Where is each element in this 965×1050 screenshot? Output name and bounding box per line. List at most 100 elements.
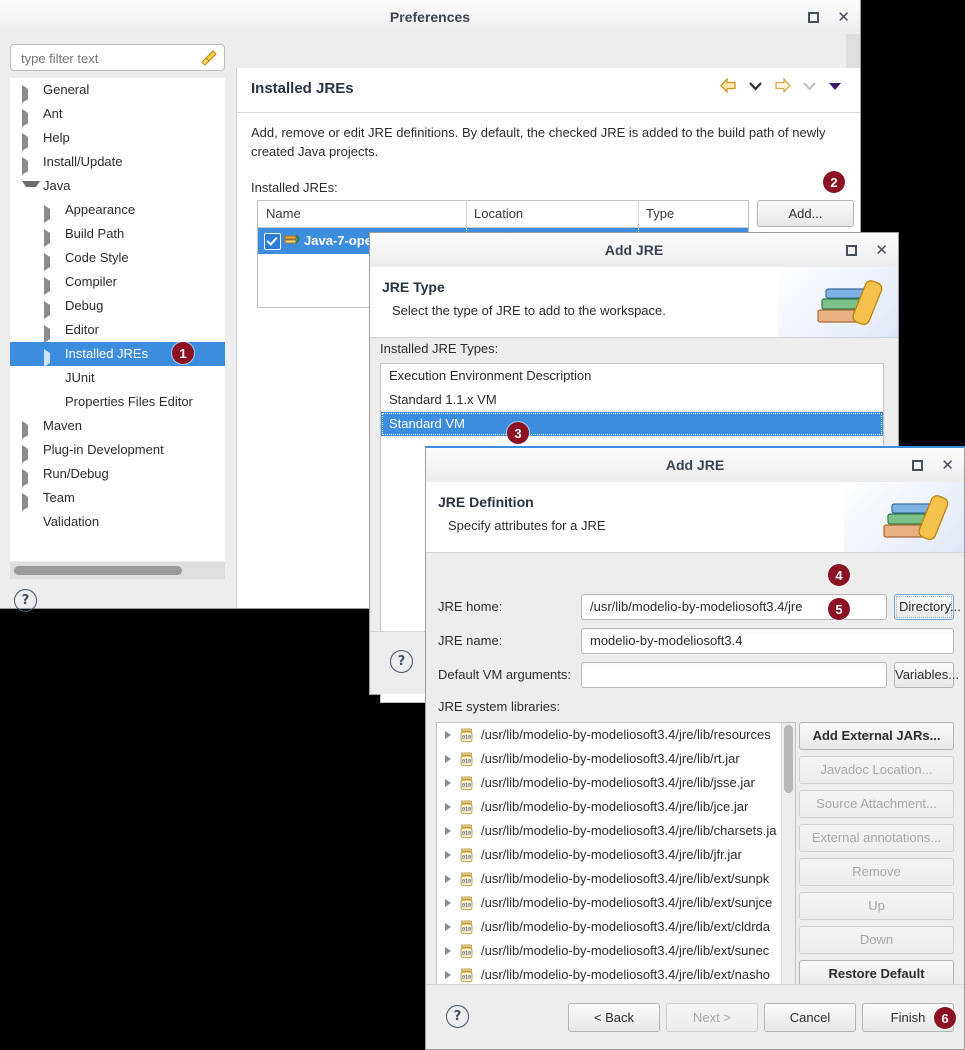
chevron-right-icon[interactable]	[22, 109, 38, 127]
sidebar-item-run-debug[interactable]: Run/Debug	[10, 462, 225, 487]
next-button: Next >	[666, 1003, 758, 1032]
maximize-icon[interactable]	[846, 244, 858, 256]
library-list-item[interactable]: 010/usr/lib/modelio-by-modeliosoft3.4/jr…	[437, 915, 782, 939]
library-list-item[interactable]: 010/usr/lib/modelio-by-modeliosoft3.4/jr…	[437, 819, 782, 843]
search-input[interactable]	[19, 45, 188, 72]
sidebar-item-debug[interactable]: Debug	[10, 294, 225, 319]
jre-system-libraries-list[interactable]: 010/usr/lib/modelio-by-modeliosoft3.4/jr…	[436, 722, 796, 1010]
forward-arrow-icon[interactable]	[774, 78, 791, 93]
column-header-location[interactable]: Location	[474, 201, 523, 227]
chevron-right-icon[interactable]	[44, 277, 60, 295]
library-path: /usr/lib/modelio-by-modeliosoft3.4/jre/l…	[481, 775, 755, 790]
library-list-item[interactable]: 010/usr/lib/modelio-by-modeliosoft3.4/jr…	[437, 939, 782, 963]
back-arrow-icon[interactable]	[720, 78, 737, 93]
directory-button[interactable]: Directory...	[894, 594, 961, 620]
close-icon[interactable]: ✕	[875, 242, 888, 258]
help-icon[interactable]: ?	[390, 650, 413, 673]
libraries-vscroll-thumb[interactable]	[784, 725, 793, 793]
jar-icon: 010	[460, 944, 473, 958]
installed-jre-types-label: Installed JRE Types:	[380, 341, 499, 356]
sidebar-item-team[interactable]: Team	[10, 486, 225, 511]
libraries-vertical-scrollbar[interactable]	[781, 723, 795, 993]
back-button[interactable]: < Back	[568, 1003, 660, 1032]
tree-horizontal-scrollbar[interactable]	[10, 562, 225, 579]
library-list-item[interactable]: 010/usr/lib/modelio-by-modeliosoft3.4/jr…	[437, 867, 782, 891]
jre-default-checkbox[interactable]	[264, 233, 281, 250]
step-badge-5: 5	[828, 598, 850, 620]
chevron-right-icon[interactable]	[44, 229, 60, 247]
preferences-tree[interactable]: General Ant Help Install/Update Java Appearan…	[10, 78, 225, 561]
chevron-right-icon[interactable]	[22, 493, 38, 511]
sidebar-item-ant[interactable]: Ant	[10, 102, 225, 127]
chevron-right-icon[interactable]	[445, 875, 451, 883]
chevron-right-icon[interactable]	[445, 803, 451, 811]
help-icon[interactable]: ?	[446, 1005, 469, 1028]
sidebar-item-maven[interactable]: Maven	[10, 414, 225, 439]
variables-button[interactable]: Variables...	[894, 662, 959, 688]
chevron-right-icon[interactable]	[445, 899, 451, 907]
library-list-item[interactable]: 010/usr/lib/modelio-by-modeliosoft3.4/jr…	[437, 771, 782, 795]
sidebar-item-validation[interactable]: Validation	[10, 510, 225, 534]
chevron-right-icon[interactable]	[445, 755, 451, 763]
library-list-item[interactable]: 010/usr/lib/modelio-by-modeliosoft3.4/jr…	[437, 891, 782, 915]
jre-type-option[interactable]: Standard 1.1.x VM	[381, 388, 883, 412]
jre-type-option[interactable]: Execution Environment Description	[381, 364, 883, 388]
jre-name-field[interactable]: modelio-by-modeliosoft3.4	[581, 628, 954, 654]
chevron-right-icon[interactable]	[22, 469, 38, 487]
chevron-down-icon[interactable]	[22, 181, 40, 197]
view-menu-icon[interactable]	[828, 81, 842, 91]
library-list-item[interactable]: 010/usr/lib/modelio-by-modeliosoft3.4/jr…	[437, 723, 782, 747]
sidebar-item-install-update[interactable]: Install/Update	[10, 150, 225, 175]
chevron-right-icon[interactable]	[445, 779, 451, 787]
chevron-right-icon[interactable]	[445, 971, 451, 979]
sidebar-item-build-path[interactable]: Build Path	[10, 222, 225, 247]
chevron-right-icon[interactable]	[22, 157, 38, 175]
chevron-right-icon[interactable]	[445, 851, 451, 859]
chevron-right-icon[interactable]	[44, 349, 60, 367]
default-vm-arguments-field[interactable]	[581, 662, 887, 688]
sidebar-item-junit[interactable]: JUnit	[10, 366, 225, 390]
step-badge-6: 6	[934, 1007, 956, 1029]
column-header-type[interactable]: Type	[646, 201, 674, 227]
help-icon[interactable]: ?	[14, 589, 37, 612]
chevron-right-icon[interactable]	[445, 827, 451, 835]
maximize-icon[interactable]	[808, 11, 820, 23]
add-external-jars-button[interactable]: Add External JARs...	[799, 722, 954, 750]
sidebar-item-appearance[interactable]: Appearance	[10, 198, 225, 223]
column-header-name[interactable]: Name	[266, 201, 301, 227]
chevron-right-icon[interactable]	[445, 923, 451, 931]
close-icon[interactable]: ✕	[941, 457, 954, 473]
sidebar-item-plug-in-development[interactable]: Plug-in Development	[10, 438, 225, 463]
maximize-icon[interactable]	[912, 459, 924, 471]
close-icon[interactable]: ✕	[837, 9, 850, 25]
library-list-item[interactable]: 010/usr/lib/modelio-by-modeliosoft3.4/jr…	[437, 843, 782, 867]
sidebar-item-help[interactable]: Help	[10, 126, 225, 151]
jar-icon: 010	[460, 728, 473, 742]
chevron-right-icon[interactable]	[44, 301, 60, 319]
filter-field-wrap[interactable]	[10, 44, 225, 72]
add-button[interactable]: Add...	[757, 200, 854, 227]
sidebar-item-code-style[interactable]: Code Style	[10, 246, 225, 271]
cancel-button[interactable]: Cancel	[764, 1003, 856, 1032]
javadoc-location-button: Javadoc Location...	[799, 756, 954, 784]
sidebar-item-java[interactable]: Java	[10, 174, 225, 198]
chevron-right-icon[interactable]	[445, 731, 451, 739]
library-list-item[interactable]: 010/usr/lib/modelio-by-modeliosoft3.4/jr…	[437, 795, 782, 819]
sidebar-item-editor[interactable]: Editor	[10, 318, 225, 343]
chevron-right-icon[interactable]	[22, 445, 38, 463]
chevron-right-icon[interactable]	[22, 421, 38, 439]
sidebar-item-compiler[interactable]: Compiler	[10, 270, 225, 295]
chevron-right-icon[interactable]	[44, 325, 60, 343]
library-list-item[interactable]: 010/usr/lib/modelio-by-modeliosoft3.4/jr…	[437, 747, 782, 771]
chevron-right-icon[interactable]	[44, 205, 60, 223]
clear-broom-icon[interactable]	[200, 49, 218, 67]
jre-type-option[interactable]: Standard VM	[381, 412, 883, 436]
chevron-right-icon[interactable]	[22, 85, 38, 103]
tree-hscroll-thumb[interactable]	[14, 566, 182, 575]
history-dropdown-icon[interactable]	[749, 81, 762, 91]
sidebar-item-properties-files-editor[interactable]: Properties Files Editor	[10, 390, 225, 414]
chevron-right-icon[interactable]	[445, 947, 451, 955]
sidebar-item-general[interactable]: General	[10, 78, 225, 103]
chevron-right-icon[interactable]	[44, 253, 60, 271]
chevron-right-icon[interactable]	[22, 133, 38, 151]
